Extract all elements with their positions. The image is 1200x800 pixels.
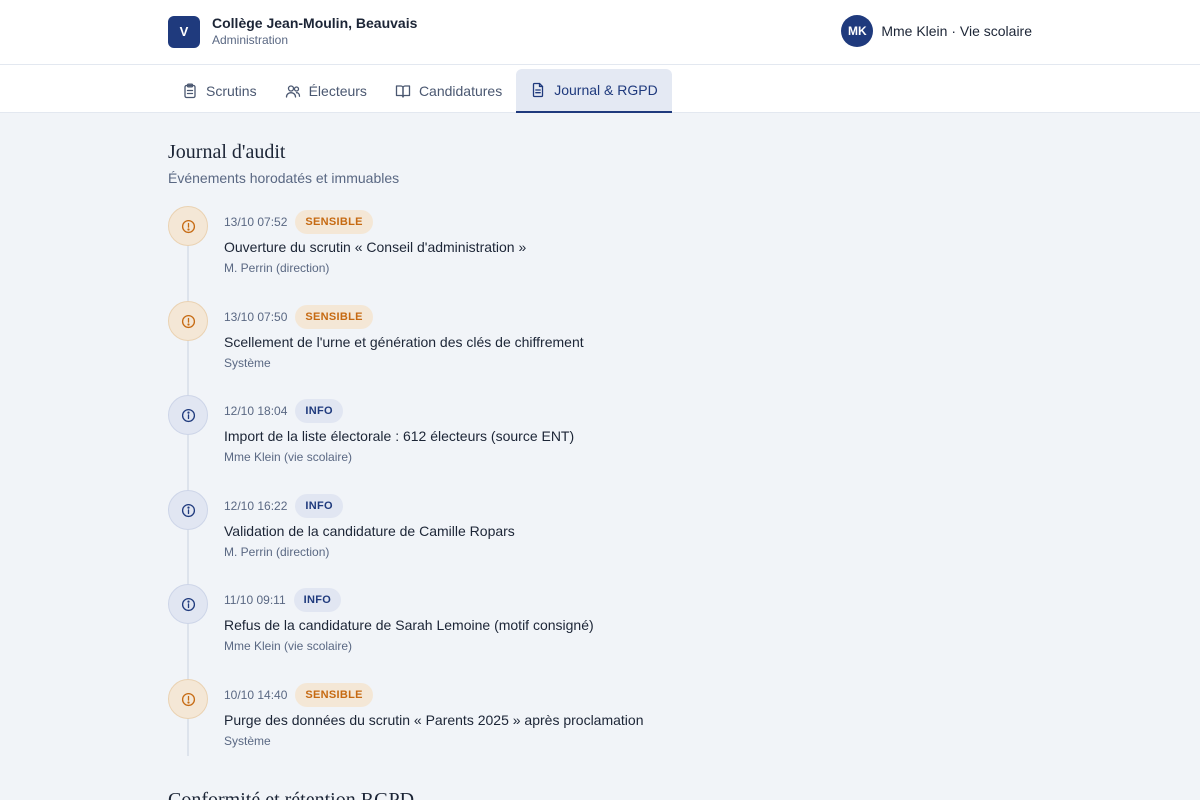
event-header: 13/10 07:52 SENSIBLE xyxy=(224,210,373,234)
clipboard-icon xyxy=(184,83,196,99)
event-time: 12/10 18:04 xyxy=(224,404,288,418)
event-header: 12/10 18:04 INFO xyxy=(224,399,343,423)
tab-electeurs[interactable]: Électeurs xyxy=(271,69,381,113)
book-icon xyxy=(395,85,411,98)
alert-circle-icon xyxy=(168,206,208,246)
event-level-badge: SENSIBLE xyxy=(295,305,373,329)
audit-subtitle: Événements horodatés et immuables xyxy=(168,170,400,186)
event-header: 12/10 16:22 INFO xyxy=(224,494,343,518)
event-description: Refus de la candidature de Sarah Lemoine… xyxy=(224,617,594,633)
event-author: Système xyxy=(224,356,271,370)
audit-event: 10/10 14:40 SENSIBLE Purge des données d… xyxy=(168,679,868,759)
event-author: Système xyxy=(224,734,271,748)
event-level-badge: INFO xyxy=(295,494,343,518)
event-header: 13/10 07:50 SENSIBLE xyxy=(224,305,373,329)
audit-title: Journal d'audit xyxy=(168,141,286,163)
tab-list: Scrutins Électeurs Candidatures Journal … xyxy=(168,69,672,113)
audit-event: 11/10 09:11 INFO Refus de la candidature… xyxy=(168,584,868,664)
info-circle-icon xyxy=(168,584,208,624)
info-circle-icon xyxy=(168,395,208,435)
event-level-badge: INFO xyxy=(293,588,342,612)
tab-candidatures-label: Candidatures xyxy=(418,83,503,99)
audit-event: 13/10 07:52 SENSIBLE Ouverture du scruti… xyxy=(168,206,868,286)
document-icon xyxy=(533,82,544,98)
event-header: 11/10 09:11 INFO xyxy=(224,588,342,612)
user-label: Mme Klein · Vie scolaire xyxy=(881,23,1032,39)
info-circle-icon xyxy=(168,490,208,530)
event-description: Ouverture du scrutin « Conseil d'adminis… xyxy=(224,239,527,255)
school-name: Collège Jean-Moulin, Beauvais xyxy=(212,15,418,31)
event-level-badge: SENSIBLE xyxy=(295,683,373,707)
alert-circle-icon xyxy=(168,679,208,719)
top-bar: V Collège Jean-Moulin, Beauvais Administ… xyxy=(0,0,1200,64)
event-description: Purge des données du scrutin « Parents 2… xyxy=(224,712,644,728)
audit-event: 13/10 07:50 SENSIBLE Scellement de l'urn… xyxy=(168,301,868,381)
event-author: M. Perrin (direction) xyxy=(224,261,330,275)
brand-text: Collège Jean-Moulin, Beauvais Administra… xyxy=(212,15,417,48)
user-menu[interactable]: MK Mme Klein · Vie scolaire xyxy=(841,15,1032,47)
event-time: 11/10 09:11 xyxy=(224,593,286,607)
event-author: Mme Klein (vie scolaire) xyxy=(224,639,353,653)
school-logo: V xyxy=(168,15,200,48)
event-level-badge: SENSIBLE xyxy=(295,210,373,234)
alert-circle-icon xyxy=(168,301,208,341)
event-description: Scellement de l'urne et génération des c… xyxy=(224,334,584,350)
event-level-badge: INFO xyxy=(295,399,343,423)
tab-candidatures[interactable]: Candidatures xyxy=(381,69,516,113)
audit-event: 12/10 18:04 INFO Import de la liste élec… xyxy=(168,395,868,475)
event-time: 13/10 07:52 xyxy=(224,215,288,229)
tab-journal-rgpd-label: Journal & RGPD xyxy=(554,82,658,98)
event-description: Import de la liste électorale : 612 élec… xyxy=(224,428,575,444)
event-time: 12/10 16:22 xyxy=(224,499,288,513)
brand[interactable]: V Collège Jean-Moulin, Beauvais Administ… xyxy=(168,15,417,48)
tab-bar: Scrutins Électeurs Candidatures Journal … xyxy=(0,64,1200,113)
tab-journal-rgpd[interactable]: Journal & RGPD xyxy=(516,69,672,113)
event-description: Validation de la candidature de Camille … xyxy=(224,523,515,539)
audit-event: 12/10 16:22 INFO Validation de la candid… xyxy=(168,490,868,570)
avatar: MK xyxy=(841,15,874,47)
event-time: 10/10 14:40 xyxy=(224,688,288,702)
tab-scrutins-label: Scrutins xyxy=(206,83,257,99)
rgpd-section-title: Conformité et rétention RGPD xyxy=(168,789,415,800)
users-icon xyxy=(285,85,300,98)
event-time: 13/10 07:50 xyxy=(224,310,288,324)
tab-scrutins[interactable]: Scrutins xyxy=(168,69,271,113)
event-author: M. Perrin (direction) xyxy=(224,545,330,559)
event-author: Mme Klein (vie scolaire) xyxy=(224,450,353,464)
school-subtitle: Administration xyxy=(212,33,289,47)
event-header: 10/10 14:40 SENSIBLE xyxy=(224,683,373,707)
tab-electeurs-label: Électeurs xyxy=(308,83,367,99)
